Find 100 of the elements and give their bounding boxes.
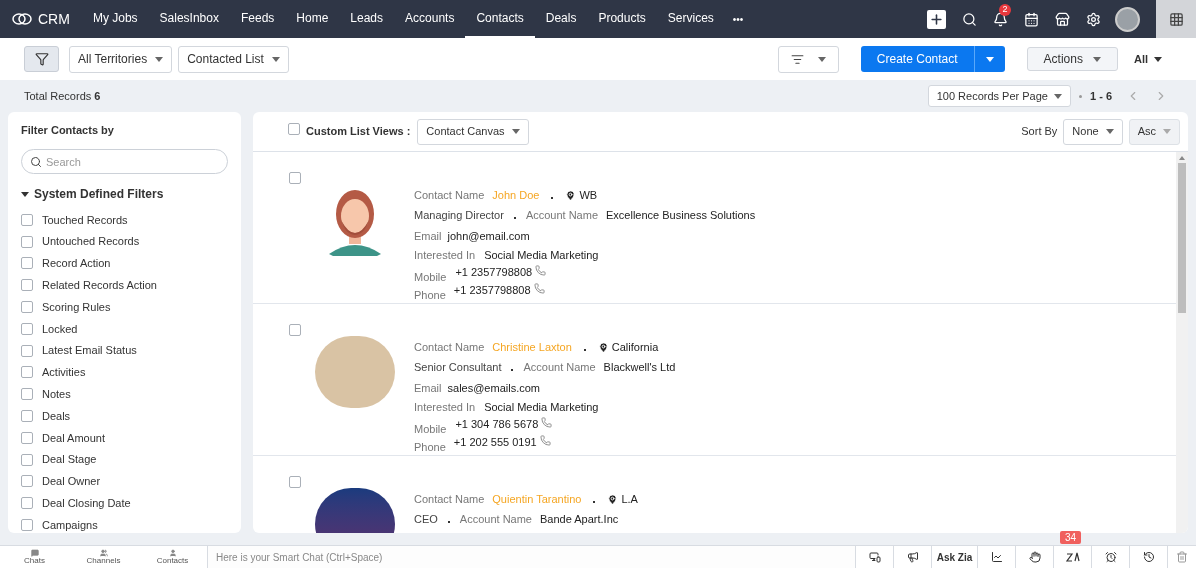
shortcut-button[interactable]: Channels bbox=[69, 549, 138, 565]
checkbox[interactable] bbox=[289, 172, 301, 184]
nav-tab[interactable]: Products bbox=[587, 0, 657, 38]
bin-icon[interactable] bbox=[1176, 551, 1188, 563]
profile-avatar[interactable] bbox=[1115, 6, 1140, 32]
sort-order-dropdown[interactable]: Asc bbox=[1128, 118, 1180, 145]
nav-tab[interactable]: Home bbox=[285, 0, 340, 38]
toolbar-icon[interactable] bbox=[1028, 551, 1041, 563]
filter-option[interactable]: Deal Closing Date bbox=[42, 495, 131, 512]
filter-option[interactable]: Notes bbox=[42, 386, 71, 403]
per-page-dropdown[interactable]: 100 Records Per Page bbox=[927, 85, 1071, 107]
phone-icon[interactable] bbox=[539, 435, 551, 446]
filter-option[interactable]: Deal Amount bbox=[42, 429, 105, 447]
filter-option[interactable]: Deal Owner bbox=[42, 473, 101, 490]
list-dropdown[interactable]: Contacted List bbox=[178, 45, 289, 73]
filter-option[interactable]: Latest Email Status bbox=[42, 342, 137, 359]
location-pin-icon bbox=[597, 341, 609, 353]
toolbar-icon[interactable] bbox=[868, 551, 881, 563]
filter-option[interactable]: Deals bbox=[42, 407, 71, 425]
checkbox[interactable] bbox=[21, 322, 33, 335]
actions-dropdown[interactable]: Actions bbox=[1026, 47, 1118, 71]
caret-icon bbox=[1054, 93, 1062, 99]
phone-icon[interactable] bbox=[535, 265, 547, 276]
checkbox[interactable] bbox=[289, 476, 301, 488]
zia-icon[interactable] bbox=[1065, 552, 1080, 562]
checkbox[interactable] bbox=[21, 213, 33, 226]
checkbox[interactable] bbox=[288, 122, 300, 135]
list-view-dropdown[interactable]: Contact Canvas bbox=[417, 118, 529, 145]
bell-icon[interactable] bbox=[993, 11, 1008, 27]
search-icon[interactable] bbox=[962, 11, 977, 27]
view-dropdown[interactable] bbox=[777, 45, 839, 73]
field-label: Account Name bbox=[459, 511, 532, 527]
filter-option[interactable]: Locked bbox=[42, 320, 78, 338]
checkbox[interactable] bbox=[21, 344, 33, 357]
create-contact-button[interactable]: Create Contact bbox=[860, 46, 975, 72]
more-button[interactable]: ••• bbox=[732, 11, 744, 27]
field-label: Contact Name bbox=[414, 339, 485, 355]
phone-icon[interactable] bbox=[541, 417, 553, 428]
shortcut-button[interactable]: Chats bbox=[0, 549, 69, 565]
job-title: Senior Consultant bbox=[414, 359, 502, 375]
nav-tab[interactable]: Deals bbox=[534, 0, 588, 38]
create-options-button[interactable] bbox=[974, 46, 1005, 72]
filter-option[interactable]: Untouched Records bbox=[42, 233, 140, 250]
territory-dropdown[interactable]: All Territories bbox=[69, 45, 173, 73]
filter-option[interactable]: Deal Stage bbox=[42, 451, 97, 468]
checkbox[interactable] bbox=[21, 279, 33, 292]
filter-option[interactable]: Scoring Rules bbox=[42, 298, 111, 316]
toolbar-icon[interactable] bbox=[906, 551, 919, 563]
filter-section-header[interactable]: System Defined Filters bbox=[21, 185, 228, 203]
checkbox[interactable] bbox=[21, 497, 33, 510]
filter-option[interactable]: Touched Records bbox=[42, 211, 128, 229]
filter-option[interactable]: Campaigns bbox=[42, 516, 98, 533]
location-text: California bbox=[611, 339, 659, 355]
checkbox[interactable] bbox=[289, 324, 301, 336]
filter-panel-title: Filter Contacts by bbox=[21, 123, 115, 138]
checkbox[interactable] bbox=[21, 519, 33, 532]
ask-zia-button[interactable]: Ask Zia bbox=[932, 546, 978, 568]
mobile-number[interactable]: +1 2357798808 bbox=[455, 264, 533, 282]
caret-icon bbox=[985, 56, 994, 62]
store-icon[interactable] bbox=[1055, 11, 1070, 27]
toolbar-icon[interactable] bbox=[990, 551, 1003, 563]
mobile-number[interactable]: +1 304 786 5678 bbox=[455, 416, 539, 434]
brand-name: CRM bbox=[38, 9, 70, 29]
filter-option[interactable]: Record Action bbox=[42, 255, 111, 272]
filter-search-field[interactable]: Search bbox=[21, 149, 228, 174]
checkbox[interactable] bbox=[21, 453, 33, 466]
filter-option[interactable]: Activities bbox=[42, 364, 86, 381]
toolbar-icon[interactable] bbox=[1142, 551, 1155, 563]
filter-icon bbox=[34, 52, 49, 66]
nav-tab[interactable]: SalesInbox bbox=[148, 0, 230, 38]
checkbox[interactable] bbox=[21, 388, 33, 401]
smart-chat-field[interactable]: Here is your Smart Chat (Ctrl+Space) bbox=[207, 546, 856, 568]
phone-icon[interactable] bbox=[533, 283, 545, 294]
sort-field-dropdown[interactable]: None bbox=[1063, 118, 1123, 145]
all-dropdown[interactable]: All bbox=[1133, 50, 1162, 68]
filter-toggle-button[interactable] bbox=[24, 46, 59, 72]
nav-tab[interactable]: My Jobs bbox=[81, 0, 149, 38]
filter-option[interactable]: Related Records Action bbox=[42, 277, 157, 294]
scrollbar[interactable] bbox=[1176, 152, 1188, 533]
nav-tab[interactable]: Feeds bbox=[229, 0, 286, 38]
checkbox[interactable] bbox=[21, 257, 33, 270]
settings-icon[interactable] bbox=[1086, 11, 1101, 27]
checkbox[interactable] bbox=[21, 235, 33, 248]
app-grid-button[interactable] bbox=[1156, 0, 1196, 38]
checkbox[interactable] bbox=[21, 410, 33, 423]
field-label: Mobile bbox=[414, 270, 447, 282]
checkbox[interactable] bbox=[21, 431, 33, 444]
nav-tab[interactable]: Leads bbox=[339, 0, 395, 38]
toolbar-icon[interactable] bbox=[1104, 551, 1117, 563]
phone-number[interactable]: +1 2357798808 bbox=[453, 282, 531, 300]
nav-tab[interactable]: Accounts bbox=[394, 0, 466, 38]
add-button[interactable] bbox=[927, 9, 946, 29]
checkbox[interactable] bbox=[21, 475, 33, 488]
checkbox[interactable] bbox=[21, 301, 33, 314]
calendar-icon[interactable] bbox=[1024, 11, 1039, 27]
nav-tab[interactable]: Services bbox=[656, 0, 725, 38]
shortcut-button[interactable]: Contacts bbox=[138, 549, 207, 565]
phone-number[interactable]: +1 202 555 0191 bbox=[453, 434, 537, 452]
smart-chat-input[interactable]: Here is your Smart Chat (Ctrl+Space) bbox=[216, 549, 847, 565]
checkbox[interactable] bbox=[21, 366, 33, 379]
